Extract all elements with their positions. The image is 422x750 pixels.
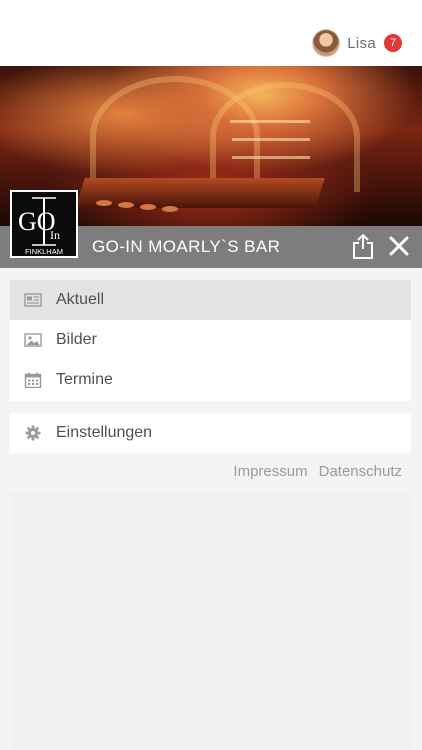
footer-links: Impressum Datenschutz <box>233 463 402 480</box>
close-button[interactable] <box>388 235 410 257</box>
hero-stool <box>96 200 112 206</box>
newspaper-icon <box>24 293 42 307</box>
logo-text-small: In <box>50 228 60 242</box>
logo-subtext: FINKLHAM <box>25 247 63 256</box>
user-profile[interactable]: Lisa 7 <box>313 30 402 56</box>
menu-item-einstellungen[interactable]: Einstellungen <box>10 413 411 453</box>
gear-icon <box>25 425 41 441</box>
primary-menu: Aktuell Bilder Termine <box>10 280 411 401</box>
hero-shelf <box>230 120 310 123</box>
avatar[interactable] <box>313 30 340 56</box>
venue-title: GO-IN MOARLY`S BAR <box>92 237 281 256</box>
image-icon <box>24 333 42 347</box>
menu-item-label: Einstellungen <box>56 424 153 441</box>
calendar-icon <box>24 372 42 388</box>
hero-shelf <box>232 138 310 141</box>
secondary-menu: Einstellungen <box>10 413 411 453</box>
user-name[interactable]: Lisa <box>347 35 376 52</box>
hero-bar-counter <box>75 178 325 208</box>
hero-stool <box>162 206 178 212</box>
menu-item-aktuell[interactable]: Aktuell <box>10 280 411 320</box>
menu-item-termine[interactable]: Termine <box>10 360 411 400</box>
hero-shelf <box>232 156 310 159</box>
venue-logo: GO In FINKLHAM <box>10 190 78 258</box>
menu-item-label: Bilder <box>56 331 97 348</box>
menu-item-label: Termine <box>56 371 113 388</box>
hero-stool <box>140 204 156 210</box>
hero-arch <box>210 82 360 192</box>
notification-badge[interactable]: 7 <box>384 34 402 52</box>
menu-item-bilder[interactable]: Bilder <box>10 320 411 360</box>
close-icon <box>389 236 409 256</box>
share-icon <box>353 233 373 259</box>
hero-stool <box>118 202 134 208</box>
impressum-link[interactable]: Impressum <box>233 463 307 480</box>
content-background <box>10 492 411 750</box>
top-bar: Lisa 7 <box>0 0 422 66</box>
share-button[interactable] <box>350 232 376 260</box>
menu-item-label: Aktuell <box>56 291 105 308</box>
datenschutz-link[interactable]: Datenschutz <box>319 463 402 480</box>
